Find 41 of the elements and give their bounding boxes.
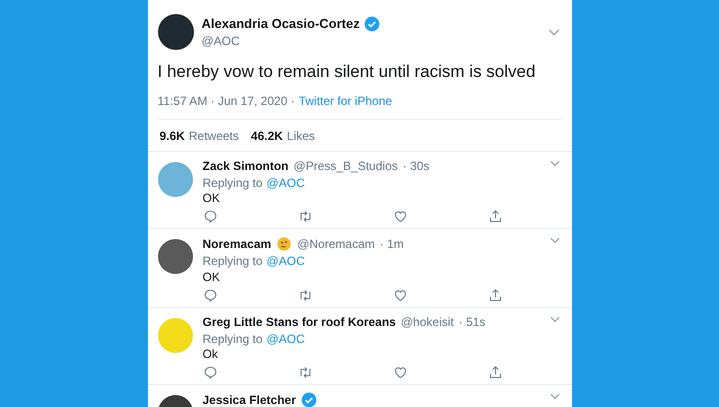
like-icon[interactable]: [392, 365, 408, 380]
mention-link[interactable]: @AOC: [266, 254, 305, 269]
user-name[interactable]: Zack Simonton: [202, 159, 289, 174]
user-name[interactable]: Jessica Fletcher: [202, 393, 296, 407]
mention-link[interactable]: @AOC: [266, 332, 305, 346]
reply-time: · 1m: [380, 237, 404, 252]
source-link[interactable]: Twitter for iPhone: [298, 94, 392, 109]
likes-count[interactable]: 46.2K: [250, 128, 283, 144]
user-handle[interactable]: @Noremacam: [297, 237, 375, 252]
reply-icon[interactable]: [202, 365, 218, 380]
user-handle[interactable]: @hokeisit: [400, 315, 454, 330]
retweets-count[interactable]: 9.6K: [160, 128, 185, 144]
reply-text: OK: [202, 190, 221, 206]
reply-icon[interactable]: [202, 288, 218, 304]
like-icon[interactable]: [392, 288, 408, 304]
reply-text: Ok: [202, 346, 219, 362]
retweets-label[interactable]: Retweets: [188, 128, 239, 144]
mention-link[interactable]: @AOC: [266, 176, 305, 190]
replying-to-label: Replying to: [202, 332, 263, 346]
reply-icon[interactable]: [202, 209, 218, 224]
user-name[interactable]: Noremacam: [202, 237, 272, 252]
retweet-icon[interactable]: [298, 288, 312, 304]
tweet-text: I hereby vow to remain silent until racism is solved: [158, 62, 536, 82]
share-icon[interactable]: [488, 288, 502, 304]
like-icon[interactable]: [392, 209, 408, 224]
user-name[interactable]: Alexandria Ocasio-Cortez: [202, 16, 360, 32]
likes-label[interactable]: Likes: [286, 128, 315, 144]
reply-time: · 30s: [402, 159, 430, 174]
tweet-timestamp: 11:57 AM · Jun 17, 2020 ·: [158, 94, 295, 109]
reply-time: · 51s: [458, 315, 486, 330]
user-name[interactable]: Greg Little Stans for roof Koreans: [202, 315, 396, 330]
user-handle[interactable]: @AOC: [202, 34, 546, 48]
avatar: [158, 14, 194, 50]
share-icon[interactable]: [488, 209, 502, 224]
replying-to-label: Replying to: [202, 176, 263, 190]
retweet-icon[interactable]: [298, 209, 312, 224]
reply-text: OK: [202, 270, 221, 284]
replying-to-label: Replying to: [202, 254, 263, 269]
retweet-icon[interactable]: [298, 365, 312, 380]
user-handle[interactable]: @Press_B_Studios: [294, 159, 398, 174]
share-icon[interactable]: [488, 365, 502, 380]
